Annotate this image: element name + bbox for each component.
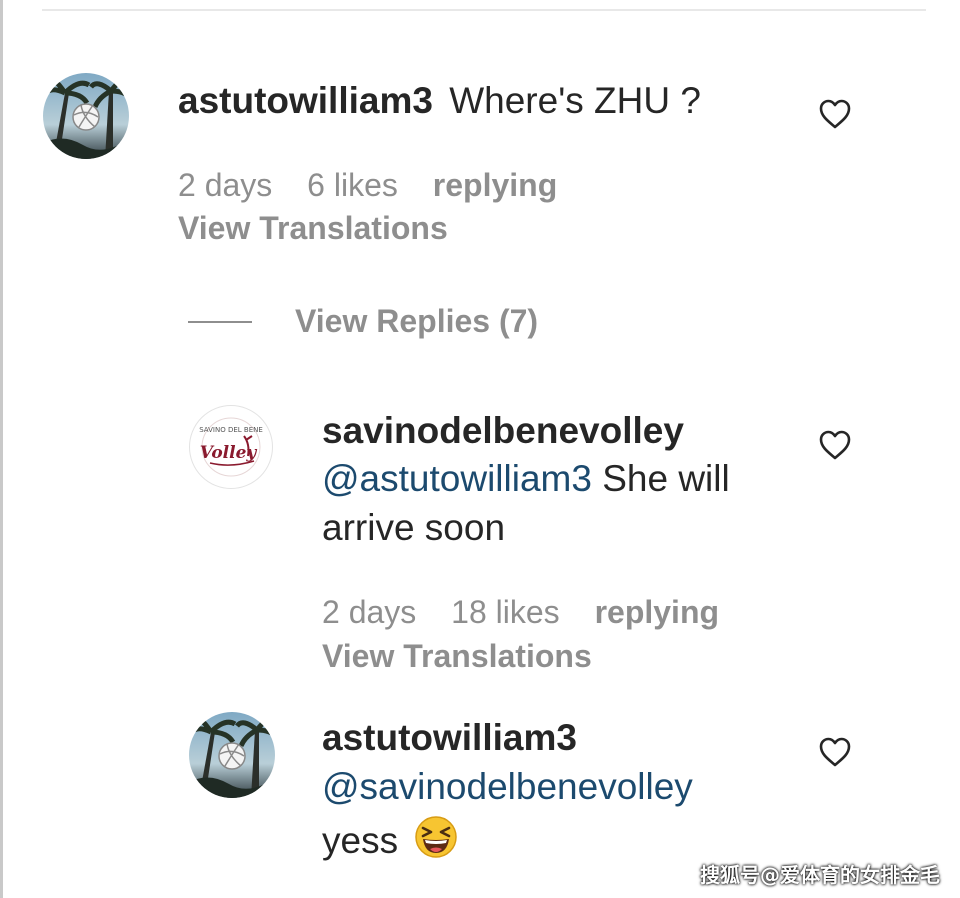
heart-icon[interactable]	[818, 429, 852, 461]
reply-text: yess	[322, 820, 399, 861]
view-translations-link[interactable]: View Translations	[322, 640, 592, 672]
like-count[interactable]: 18 likes	[451, 594, 560, 630]
laughing-face-emoji	[415, 816, 458, 858]
like-count[interactable]: 6 likes	[307, 167, 398, 203]
heart-icon[interactable]	[818, 98, 852, 130]
logo-top-text: SAVINO DEL BENE	[199, 426, 263, 434]
avatar[interactable]: SAVINO DEL BENE Volley	[189, 405, 273, 489]
view-translations-link[interactable]: View Translations	[178, 212, 448, 244]
top-divider	[42, 9, 926, 11]
timestamp: 2 days	[178, 167, 273, 203]
comment-text: Where's ZHU ?	[449, 80, 701, 121]
username[interactable]: savinodelbenevolley	[322, 410, 684, 451]
reply-text-line: arrive soon	[322, 507, 506, 548]
watermark: 搜狐号@爱体育的女排金毛	[700, 863, 940, 887]
comment-text-line: astutowilliam3 Where's ZHU ?	[178, 82, 701, 119]
timestamp: 2 days	[322, 594, 417, 630]
savino-del-bene-volley-logo: SAVINO DEL BENE Volley	[191, 407, 271, 487]
replies-divider-line	[188, 321, 252, 323]
reply-text-line: yess	[322, 815, 458, 859]
reply-meta: 2 days 18 likes replying	[322, 596, 719, 628]
reply-button[interactable]: replying	[595, 594, 719, 630]
avatar[interactable]	[43, 73, 129, 159]
reply-button[interactable]: replying	[433, 167, 557, 203]
comment-meta: 2 days 6 likes replying	[178, 169, 557, 201]
mention-link[interactable]: @astutowilliam3	[322, 458, 592, 499]
palm-tree-volleyball-avatar	[43, 73, 129, 159]
reply-text: She will	[591, 458, 730, 499]
reply-text-line: @savinodelbenevolley	[322, 768, 693, 805]
username[interactable]: astutowilliam3	[322, 717, 577, 758]
palm-tree-volleyball-avatar	[189, 712, 275, 798]
reply-text-line: @astutowilliam3 She will	[322, 460, 730, 497]
username[interactable]: astutowilliam3	[178, 80, 433, 121]
view-replies-button[interactable]: View Replies (7)	[295, 305, 538, 337]
heart-icon[interactable]	[818, 736, 852, 768]
reply-username-line: savinodelbenevolley	[322, 412, 684, 449]
reply-username-line: astutowilliam3	[322, 719, 577, 756]
avatar[interactable]	[189, 712, 275, 798]
window-frame-edge	[0, 0, 3, 898]
mention-link[interactable]: @savinodelbenevolley	[322, 766, 693, 807]
